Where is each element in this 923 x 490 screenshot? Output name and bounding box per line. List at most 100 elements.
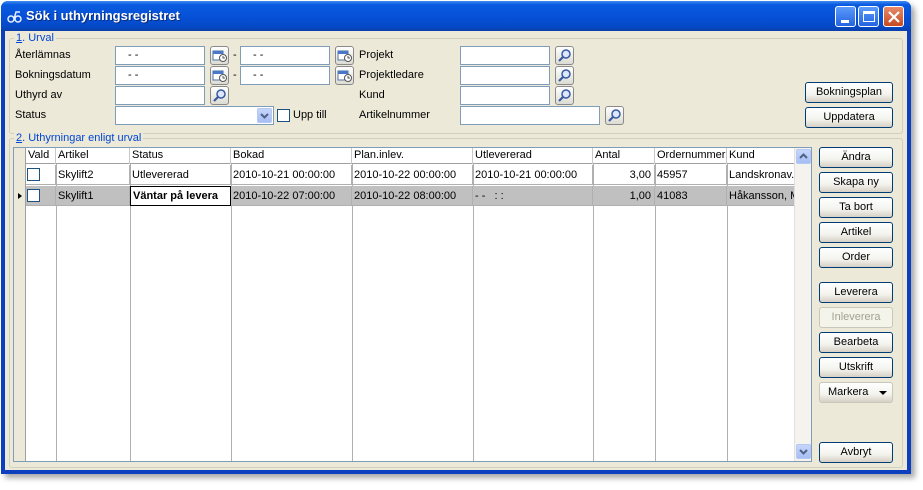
projekt-field[interactable] bbox=[460, 46, 550, 65]
projekt-search-button[interactable] bbox=[555, 46, 574, 65]
uthyrd-av-field[interactable] bbox=[115, 86, 205, 105]
order-button[interactable]: Order bbox=[819, 247, 893, 268]
andra-button[interactable]: Ändra bbox=[819, 147, 893, 168]
utlevererad-cell: - - : : bbox=[473, 186, 593, 206]
scroll-up-button[interactable] bbox=[796, 149, 811, 164]
leverera-button[interactable]: Leverera bbox=[819, 282, 893, 303]
kund-field[interactable] bbox=[460, 86, 550, 105]
grid-line bbox=[352, 164, 353, 461]
column-header-utlevererad[interactable]: Utlevererad bbox=[473, 148, 593, 164]
artikelnummer-search-button[interactable] bbox=[605, 106, 624, 125]
bokad-cell: 2010-10-21 00:00:00 bbox=[231, 165, 352, 185]
artikelnummer-field[interactable] bbox=[460, 106, 600, 125]
projekt-label: Projekt bbox=[359, 49, 394, 61]
column-header-bokad[interactable]: Bokad bbox=[231, 148, 352, 164]
minimize-icon bbox=[841, 20, 849, 23]
chevron-down-icon bbox=[799, 449, 808, 455]
current-row-marker bbox=[14, 186, 26, 206]
column-header-vald[interactable]: Vald bbox=[26, 148, 56, 164]
aterlamnas-from-calendar-button[interactable] bbox=[210, 46, 229, 65]
grid-line bbox=[655, 164, 656, 461]
aterlamnas-range-separator: - bbox=[233, 49, 237, 61]
ordernummer-cell: 45957 bbox=[655, 165, 727, 185]
uthyrd-av-label: Uthyrd av bbox=[15, 89, 63, 101]
bokningsplan-button[interactable]: Bokningsplan bbox=[805, 82, 893, 103]
vald-checkbox[interactable] bbox=[27, 168, 40, 181]
maximize-button[interactable] bbox=[858, 6, 879, 27]
maximize-icon bbox=[863, 11, 875, 22]
column-header-artikel[interactable]: Artikel bbox=[56, 148, 130, 164]
minimize-button[interactable] bbox=[835, 6, 856, 27]
artikel-cell: Skylift2 bbox=[56, 165, 130, 185]
skapa-ny-button[interactable]: Skapa ny bbox=[819, 172, 893, 193]
markera-menu-button[interactable]: Markera bbox=[819, 382, 893, 403]
plan-inlev-cell: 2010-10-22 00:00:00 bbox=[352, 165, 473, 185]
projektledare-search-button[interactable] bbox=[555, 66, 574, 85]
uthyrd-av-search-button[interactable] bbox=[210, 86, 229, 105]
grid-line bbox=[727, 164, 728, 461]
table-row[interactable]: Skylift2 Utlevererad 2010-10-21 00:00:00… bbox=[26, 165, 795, 185]
aterlamnas-to-field[interactable]: - - bbox=[240, 46, 330, 65]
scroll-down-button[interactable] bbox=[796, 444, 811, 459]
dropdown-arrow[interactable] bbox=[257, 108, 272, 123]
bokningsdatum-label: Bokningsdatum bbox=[15, 69, 91, 81]
aterlamnas-to-calendar-button[interactable] bbox=[335, 46, 354, 65]
column-header-status[interactable]: Status bbox=[130, 148, 231, 164]
status-select[interactable] bbox=[115, 106, 274, 125]
bokad-cell: 2010-10-22 07:00:00 bbox=[231, 186, 352, 206]
bokningsdatum-to-field[interactable]: - - bbox=[240, 66, 330, 85]
kund-cell: Landskronav... bbox=[727, 165, 795, 185]
search-icon bbox=[558, 89, 571, 102]
aterlamnas-label: Återlämnas bbox=[15, 49, 71, 61]
grid-line bbox=[231, 164, 232, 461]
kund-search-button[interactable] bbox=[555, 86, 574, 105]
grid-line bbox=[473, 164, 474, 461]
projektledare-label: Projektledare bbox=[359, 69, 424, 81]
column-header-plan-inlev[interactable]: Plan.inlev. bbox=[352, 148, 473, 164]
markera-label: Markera bbox=[828, 386, 869, 398]
dropdown-triangle-icon bbox=[879, 391, 887, 395]
status-edit-cell[interactable]: Väntar på levera bbox=[130, 186, 231, 206]
results-grid[interactable]: Vald Artikel Status Bokad Plan.inlev. Ut… bbox=[13, 147, 812, 462]
uppdatera-button[interactable]: Uppdatera bbox=[805, 107, 893, 128]
close-icon bbox=[888, 11, 900, 23]
vald-checkbox[interactable] bbox=[27, 189, 40, 202]
results-group-legend: 2. Uthyrningar enligt urval bbox=[14, 132, 144, 144]
vald-cell bbox=[26, 165, 56, 185]
inleverera-button[interactable]: Inleverera bbox=[819, 307, 893, 328]
column-header-kund[interactable]: Kund bbox=[727, 148, 795, 164]
utskrift-button[interactable]: Utskrift bbox=[819, 357, 893, 378]
bearbeta-button[interactable]: Bearbeta bbox=[819, 332, 893, 353]
bokningsdatum-from-calendar-button[interactable] bbox=[210, 66, 229, 85]
vald-cell bbox=[26, 186, 56, 206]
kund-label: Kund bbox=[359, 89, 385, 101]
artikelnummer-label: Artikelnummer bbox=[359, 109, 430, 121]
ta-bort-button[interactable]: Ta bort bbox=[819, 197, 893, 218]
chevron-down-icon bbox=[260, 113, 269, 119]
grid-line bbox=[593, 164, 594, 461]
calendar-icon bbox=[337, 50, 352, 62]
filter-group-legend: 1. Urval bbox=[14, 32, 56, 44]
ordernummer-cell: 41083 bbox=[655, 186, 727, 206]
plan-inlev-cell: 2010-10-22 08:00:00 bbox=[352, 186, 473, 206]
bokningsdatum-from-field[interactable]: - - bbox=[115, 66, 205, 85]
utlevererad-cell: 2010-10-21 00:00:00 bbox=[473, 165, 593, 185]
column-header-antal[interactable]: Antal bbox=[593, 148, 655, 164]
avbryt-button[interactable]: Avbryt bbox=[819, 442, 893, 463]
column-header-ordernummer[interactable]: Ordernummer bbox=[655, 148, 727, 164]
close-button[interactable] bbox=[883, 6, 904, 27]
projektledare-field[interactable] bbox=[460, 66, 550, 85]
upp-till-checkbox[interactable] bbox=[277, 109, 290, 122]
search-icon bbox=[608, 109, 621, 122]
bokningsdatum-to-calendar-button[interactable] bbox=[335, 66, 354, 85]
artikel-button[interactable]: Artikel bbox=[819, 222, 893, 243]
aterlamnas-from-field[interactable]: - - bbox=[115, 46, 205, 65]
application-window: Sök i uthyrningsregistret 1. Urval Återl… bbox=[1, 1, 911, 474]
table-row[interactable]: Skylift1 Väntar på levera 2010-10-22 07:… bbox=[26, 186, 795, 206]
title-bar[interactable]: Sök i uthyrningsregistret bbox=[1, 1, 911, 31]
client-area: 1. Urval Återlämnas - - - - - Projekt Bo… bbox=[5, 31, 907, 470]
vertical-scrollbar[interactable] bbox=[794, 148, 811, 461]
antal-cell: 1,00 bbox=[593, 186, 655, 206]
upp-till-label: Upp till bbox=[293, 109, 327, 121]
status-cell: Utlevererad bbox=[130, 165, 231, 185]
